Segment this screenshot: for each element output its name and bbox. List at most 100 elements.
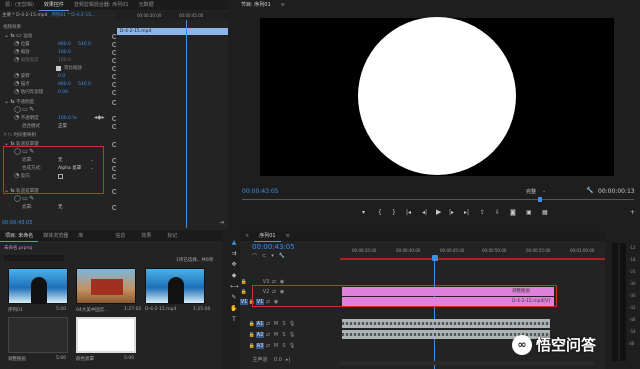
safe-margins-icon[interactable]: ▦ <box>542 209 548 216</box>
position-x-value[interactable]: 960.0 <box>58 42 71 47</box>
blend-select[interactable]: 正常 <box>58 123 67 129</box>
position-y-value[interactable]: 540.0 <box>78 42 91 47</box>
tab-audio-mixer[interactable]: 音频剪辑混合器: 序列01 <box>69 0 134 10</box>
extract-icon[interactable]: ⇩ <box>495 209 500 216</box>
export-frame-icon[interactable]: ⇥ <box>219 219 224 226</box>
mini-ruler[interactable]: 00:00:30:00 00:00:45:00 <box>117 12 228 20</box>
tab-media-browser[interactable]: 媒体浏览器 <box>38 231 73 241</box>
reset-icon[interactable] <box>112 142 117 147</box>
wrench-icon[interactable]: 🔧 <box>586 187 593 194</box>
solo-button[interactable]: S <box>280 343 288 349</box>
razor-tool-icon[interactable]: ◆ <box>230 272 238 280</box>
mute-button[interactable]: M <box>272 332 280 338</box>
go-to-out-icon[interactable]: ▸| <box>464 209 469 216</box>
reset-icon[interactable] <box>112 158 117 163</box>
time-remap-section[interactable]: › fx 时间重映射 <box>4 131 36 139</box>
stopwatch-icon[interactable]: ◔ <box>14 40 19 48</box>
reset-icon[interactable] <box>112 50 117 55</box>
selection-tool-icon[interactable]: ▲ <box>230 239 238 247</box>
rect-mask-icon[interactable]: ▭ <box>22 106 28 114</box>
hamburger-menu-icon[interactable]: ≡ <box>281 231 295 241</box>
program-timecode[interactable]: 00:00:43:05 <box>242 188 279 195</box>
stopwatch-icon[interactable]: ◔ <box>14 114 19 122</box>
timeline-playhead[interactable] <box>432 255 438 261</box>
program-scrubber[interactable] <box>242 199 634 200</box>
lock-icon[interactable]: 🔒 <box>248 343 256 349</box>
thumb-color-matte[interactable] <box>76 317 136 353</box>
add-marker-icon[interactable]: ▾ <box>271 253 274 260</box>
eye-icon[interactable]: ◉ <box>278 279 286 285</box>
track-a2-header[interactable]: 🔒 A2 ⇄ M S 🎙 <box>240 330 332 339</box>
track-label[interactable]: A1 <box>256 320 264 327</box>
pen-mask-icon[interactable]: ✎ <box>29 106 34 114</box>
chevron-right-icon[interactable]: › <box>4 131 6 139</box>
sync-icon[interactable]: ⇄ <box>264 332 272 338</box>
pen-tool-icon[interactable]: ✎ <box>230 294 238 302</box>
tab-source[interactable]: 源：(无剪辑) <box>0 0 39 10</box>
mark-out-icon[interactable]: } <box>392 209 396 216</box>
stopwatch-icon[interactable]: ◔ <box>14 72 19 80</box>
pen-mask-icon[interactable]: ✎ <box>29 195 34 203</box>
solo-button[interactable]: S <box>280 332 288 338</box>
track-select-tool-icon[interactable]: ⇉ <box>230 250 238 258</box>
lift-icon[interactable]: ⇪ <box>480 209 485 216</box>
mic-icon[interactable]: 🎙 <box>288 343 296 349</box>
reset-icon[interactable] <box>112 205 117 210</box>
tab-effect-controls[interactable]: 效果控件 <box>38 0 69 11</box>
reset-icon[interactable] <box>112 42 117 47</box>
mark-in-icon[interactable]: { <box>378 209 382 216</box>
tab-info[interactable]: 信息 <box>110 231 130 241</box>
timeline-timecode[interactable]: 00:00:43:05 <box>252 243 295 251</box>
timeline-horizontal-scrollbar[interactable] <box>340 361 595 365</box>
work-area-bar[interactable] <box>340 258 605 260</box>
tab-libraries[interactable]: 库 <box>73 231 88 241</box>
uniform-scale-checkbox[interactable] <box>56 65 61 71</box>
type-tool-icon[interactable]: T <box>230 316 238 324</box>
sequence-clip-label[interactable]: 序列01 * D-4-2-15... <box>51 12 95 18</box>
lock-icon[interactable]: 🔒 <box>248 332 256 338</box>
sync-icon[interactable]: ⇄ <box>264 321 272 327</box>
mute-button[interactable]: M <box>272 343 280 349</box>
track-matte-section-2[interactable]: ⌄ fx 轨道遮罩键 <box>4 187 39 195</box>
opacity-value[interactable]: 100.0 % <box>58 116 77 121</box>
keyframe-nav-icon[interactable]: ◂◆▸ <box>94 114 105 122</box>
stopwatch-icon[interactable]: ◔ <box>14 48 19 56</box>
play-icon[interactable]: ▶ <box>436 208 441 216</box>
ripple-edit-tool-icon[interactable]: ✥ <box>230 261 238 269</box>
reset-icon[interactable] <box>112 116 117 121</box>
timeline-ruler[interactable]: 00:00:35:00 00:00:40:00 00:00:45:00 00:0… <box>340 243 605 261</box>
matte-select-2[interactable]: 无 <box>58 204 63 210</box>
reset-icon[interactable] <box>112 124 117 129</box>
chevron-down-icon[interactable]: ⌄ <box>4 98 9 106</box>
hamburger-menu-icon[interactable]: ≡ <box>276 0 290 10</box>
program-title[interactable]: 节目: 序列01 <box>236 0 276 10</box>
source-patch-v1[interactable]: V1 <box>240 298 248 305</box>
thumb-d-4-2-15[interactable] <box>145 268 205 304</box>
stopwatch-icon[interactable]: ◔ <box>14 56 19 64</box>
project-search-input[interactable] <box>4 255 64 261</box>
anchor-x-value[interactable]: 960.0 <box>58 82 71 87</box>
go-to-end-icon[interactable]: ▸| <box>284 357 292 363</box>
track-a3-header[interactable]: 🔒 A3 ⇄ M S 🎙 <box>240 341 332 350</box>
chevron-down-icon[interactable]: ⌄ <box>542 188 546 194</box>
tab-sequence-01[interactable]: 序列01 <box>254 231 281 242</box>
reset-icon[interactable] <box>112 90 117 95</box>
slip-tool-icon[interactable]: ⟷ <box>230 283 239 291</box>
track-label[interactable]: A3 <box>256 342 264 349</box>
reset-icon[interactable] <box>112 82 117 87</box>
linked-selection-icon[interactable]: ⊂ <box>262 253 266 260</box>
effect-timecode[interactable]: 00:00:43:05 <box>2 220 33 226</box>
rotation-value[interactable]: 0.0 <box>58 74 65 79</box>
tab-markers[interactable]: 标记 <box>162 231 182 241</box>
opacity-section[interactable]: ⌄ fx 不透明度 <box>4 98 34 106</box>
thumb-china-video[interactable] <box>76 268 136 304</box>
sync-icon[interactable]: ⇄ <box>264 343 272 349</box>
add-button-icon[interactable]: + <box>630 209 635 216</box>
mute-button[interactable]: M <box>272 321 280 327</box>
tab-project[interactable]: 项目: 未命名 <box>0 231 39 242</box>
stopwatch-icon[interactable]: ◔ <box>14 80 19 88</box>
reset-icon[interactable] <box>112 174 117 179</box>
program-video-frame[interactable] <box>260 17 614 176</box>
snap-icon[interactable]: ⌒ <box>252 253 257 260</box>
audio-clip-a1[interactable] <box>342 319 550 328</box>
